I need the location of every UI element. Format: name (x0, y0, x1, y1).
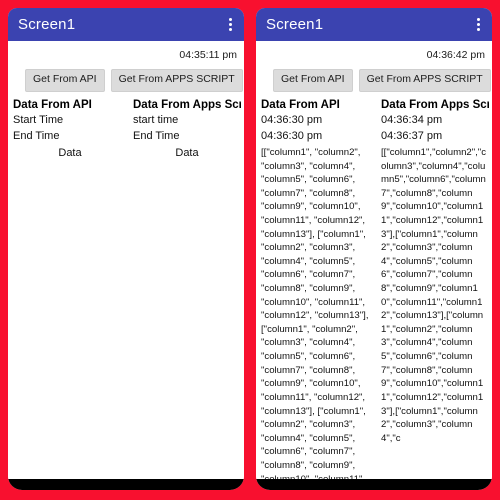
column-title-api: Data From API (261, 98, 340, 111)
get-from-apps-script-button[interactable]: Get From APPS SCRIPT (358, 69, 491, 92)
end-time-value-api: 04:36:30 pm (261, 130, 323, 142)
clock-label-right: 04:36:42 pm (426, 49, 485, 61)
start-time-value-api: 04:36:30 pm (261, 114, 323, 127)
button-row-right: Get From API Get From APPS SCRIPT (259, 65, 491, 96)
column-apps-script-left: Data From Apps Script start time End Tim… (127, 98, 241, 479)
end-time-value-apps-script: End Time (133, 130, 180, 142)
start-time-value-apps-script: start time (133, 114, 179, 127)
screenshot-root: Screen1 04:35:11 pm Get From API Get Fro… (0, 0, 500, 500)
app-bar-left: Screen1 (8, 8, 244, 41)
data-blob-api: [["column1", "column2", "column3", "colu… (261, 146, 369, 479)
data-label-apps-script: Data (175, 146, 199, 159)
data-blob-apps-script: [["column1","column2","column3","column4… (381, 146, 487, 444)
clock-row-left: 04:35:11 pm (11, 41, 241, 65)
button-row-left: Get From API Get From APPS SCRIPT (11, 65, 243, 96)
column-title-api: Data From API (13, 98, 92, 111)
data-columns-left: Data From API Start Time End Time Data D… (11, 96, 241, 479)
kebab-menu-icon[interactable] (223, 15, 237, 35)
get-from-apps-script-button[interactable]: Get From APPS SCRIPT (110, 69, 243, 92)
start-time-value-apps-script: 04:36:34 pm (381, 114, 443, 127)
column-title-apps-script: Data From Apps Script (381, 98, 489, 111)
column-api-right: Data From API 04:36:30 pm 04:36:30 pm [[… (261, 98, 375, 479)
phone-screenshot-right: Screen1 04:36:42 pm Get From API Get Fro… (250, 0, 500, 500)
get-from-api-button[interactable]: Get From API (25, 69, 105, 92)
device-screen-left: Screen1 04:35:11 pm Get From API Get Fro… (8, 8, 244, 490)
system-navigation-bar-right (256, 479, 492, 490)
data-blob-api (13, 162, 127, 479)
app-title-right: Screen1 (266, 16, 324, 33)
get-from-api-button[interactable]: Get From API (273, 69, 353, 92)
column-apps-script-right: Data From Apps Script 04:36:34 pm 04:36:… (375, 98, 489, 479)
column-api-left: Data From API Start Time End Time Data (13, 98, 127, 479)
clock-label-left: 04:35:11 pm (179, 49, 237, 61)
column-title-apps-script: Data From Apps Script (133, 98, 241, 111)
device-screen-right: Screen1 04:36:42 pm Get From API Get Fro… (256, 8, 492, 490)
app-title-left: Screen1 (18, 16, 76, 33)
end-time-value-api: End Time (13, 130, 60, 142)
data-blob-apps-script (133, 162, 241, 479)
clock-row-right: 04:36:42 pm (259, 41, 489, 65)
start-time-value-api: Start Time (13, 114, 64, 127)
data-label-api: Data (58, 146, 82, 159)
app-bar-right: Screen1 (256, 8, 492, 41)
system-navigation-bar-left (8, 479, 244, 490)
phone-screenshot-left: Screen1 04:35:11 pm Get From API Get Fro… (0, 0, 250, 500)
end-time-value-apps-script: 04:36:37 pm (381, 130, 443, 142)
app-body-right: 04:36:42 pm Get From API Get From APPS S… (256, 41, 492, 479)
app-body-left: 04:35:11 pm Get From API Get From APPS S… (8, 41, 244, 479)
kebab-menu-icon[interactable] (471, 15, 485, 35)
data-columns-right: Data From API 04:36:30 pm 04:36:30 pm [[… (259, 96, 489, 479)
